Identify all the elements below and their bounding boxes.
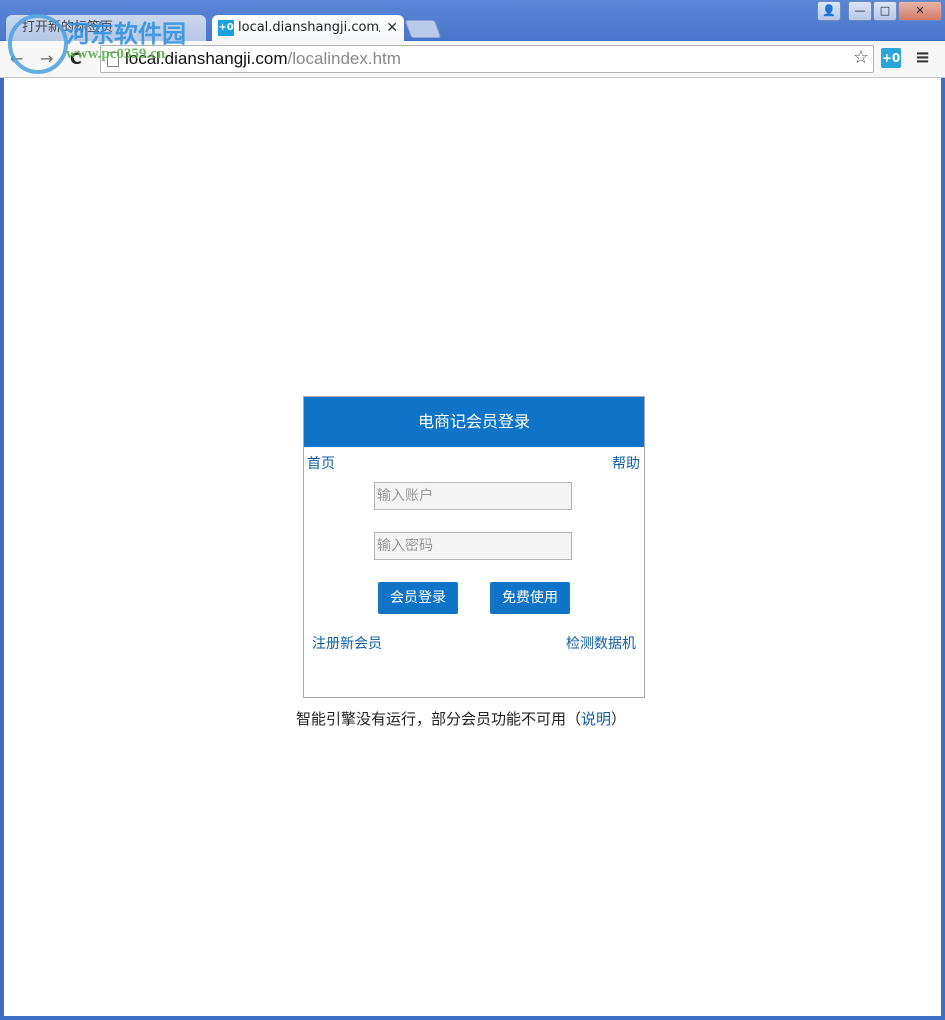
maximize-button[interactable]: □ xyxy=(873,1,897,21)
user-profile-button[interactable]: 👤 xyxy=(817,1,841,21)
address-bar[interactable]: local.dianshangji.com/localindex.htm ☆ xyxy=(100,45,874,73)
minimize-button[interactable]: — xyxy=(848,1,872,21)
url-path: /localindex.htm xyxy=(287,49,401,68)
home-link[interactable]: 首页 xyxy=(307,453,335,473)
tab-label: local.dianshangji.com/localindex.htm xyxy=(238,20,380,35)
engine-notice: 智能引擎没有运行，部分会员功能不可用（说明） xyxy=(296,708,626,729)
watermark-url: www.pc0359.cn xyxy=(66,46,166,62)
explain-link[interactable]: 说明 xyxy=(581,710,611,728)
login-panel: 电商记会员登录 首页 帮助 输入账户 输入密码 会员登录 免费使用 注册新会员 … xyxy=(303,396,645,698)
tab-close-icon[interactable]: ✕ xyxy=(386,15,398,41)
login-title: 电商记会员登录 xyxy=(304,397,644,447)
new-tab-button[interactable] xyxy=(404,20,442,38)
help-link[interactable]: 帮助 xyxy=(612,453,640,473)
watermark-circle-icon xyxy=(8,14,68,74)
detect-data-link[interactable]: 检测数据机 xyxy=(566,633,636,653)
url-text[interactable]: local.dianshangji.com/localindex.htm xyxy=(125,49,401,69)
tab-localindex[interactable]: +0 local.dianshangji.com/localindex.htm … xyxy=(212,15,404,41)
account-input[interactable]: 输入账户 xyxy=(374,482,572,510)
watermark-name: 河东软件园 xyxy=(66,22,186,48)
page-content: 电商记会员登录 首页 帮助 输入账户 输入密码 会员登录 免费使用 注册新会员 … xyxy=(4,78,941,1016)
menu-icon[interactable]: ≡ xyxy=(915,47,930,68)
notice-text: 智能引擎没有运行，部分会员功能不可用（ xyxy=(296,710,582,728)
free-use-button[interactable]: 免费使用 xyxy=(490,582,570,614)
register-link[interactable]: 注册新会员 xyxy=(312,633,382,653)
site-favicon-icon: +0 xyxy=(218,20,234,36)
notice-close-paren: ） xyxy=(611,710,627,728)
member-login-button[interactable]: 会员登录 xyxy=(378,582,458,614)
extension-icon[interactable]: +0 xyxy=(881,48,901,68)
close-window-button[interactable]: ✕ xyxy=(898,1,942,21)
bookmark-star-icon[interactable]: ☆ xyxy=(853,47,869,68)
password-input[interactable]: 输入密码 xyxy=(374,532,572,560)
